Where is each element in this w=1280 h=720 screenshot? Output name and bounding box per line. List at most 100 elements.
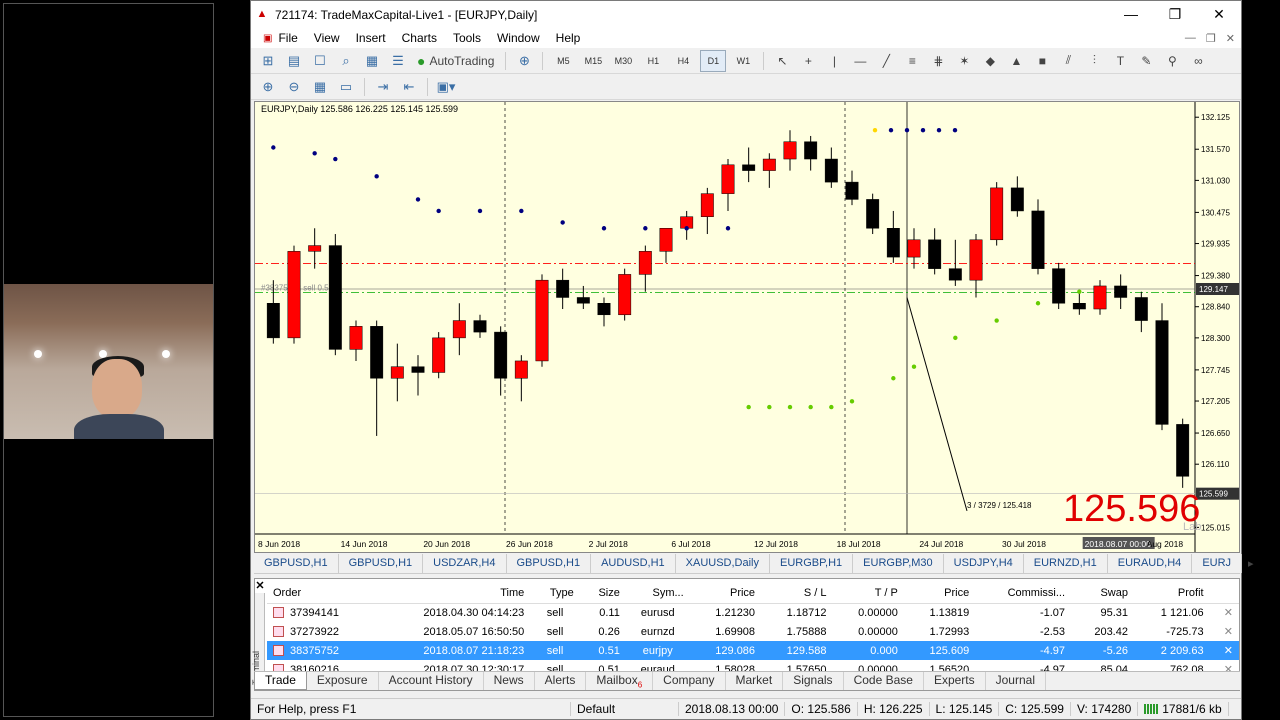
menu-tools[interactable]: Tools	[445, 31, 489, 45]
mdi-minimize-icon[interactable]: —	[1185, 32, 1196, 45]
tf-m5[interactable]: M5	[550, 50, 576, 72]
hline-icon[interactable]: —	[849, 50, 871, 72]
mdi-restore-icon[interactable]: ❐	[1206, 32, 1216, 45]
tab-code-base[interactable]: Code Base	[844, 672, 924, 690]
tab-journal[interactable]: Journal	[986, 672, 1046, 690]
tab-signals[interactable]: Signals	[783, 672, 844, 690]
community-icon[interactable]: ∞	[1187, 50, 1209, 72]
vline-icon[interactable]: |	[823, 50, 845, 72]
pitchfork-icon[interactable]: ⫽	[1057, 50, 1079, 72]
col-sl[interactable]: S / L	[761, 583, 833, 604]
tab-company[interactable]: Company	[653, 672, 726, 690]
chart-tab[interactable]: EURAUD,H4	[1108, 554, 1193, 573]
chart-tab[interactable]: USDJPY,H4	[944, 554, 1024, 573]
tab-mailbox[interactable]: Mailbox6	[586, 672, 654, 690]
tf-d1[interactable]: D1	[700, 49, 727, 72]
rectangle-icon[interactable]: ■	[1031, 50, 1053, 72]
tab-experts[interactable]: Experts	[924, 672, 986, 690]
channel-icon[interactable]: ≡	[901, 50, 923, 72]
autoscroll-icon[interactable]: ⇥	[372, 76, 394, 98]
terminal-close-icon[interactable]: ✕	[255, 579, 265, 592]
chart-tab[interactable]: EURGBP,M30	[853, 554, 944, 573]
tab-trade[interactable]: Trade	[254, 672, 307, 690]
cursor-icon[interactable]: ↖	[771, 50, 793, 72]
triangle-icon[interactable]: ▲	[1005, 50, 1027, 72]
col-time[interactable]: Time	[374, 583, 531, 604]
col-size[interactable]: Size	[579, 583, 626, 604]
new-chart-icon[interactable]: ⊞	[257, 50, 279, 72]
fibo-icon[interactable]: ⋕	[927, 50, 949, 72]
chart-shift-icon[interactable]: ▭	[335, 76, 357, 98]
tab-account-history[interactable]: Account History	[379, 672, 484, 690]
col-order[interactable]: Order	[267, 583, 375, 604]
close-order-icon[interactable]: ✕	[1210, 603, 1239, 622]
close-order-icon[interactable]: ✕	[1209, 641, 1239, 660]
gann-icon[interactable]: ✶	[953, 50, 975, 72]
close-button[interactable]: ✕	[1197, 6, 1241, 23]
tf-w1[interactable]: W1	[730, 50, 756, 72]
profiles-icon[interactable]: ▤	[283, 50, 305, 72]
candlestick-chart[interactable]: 132.125 131.570 131.030 130.475 129.935 129.3…	[255, 102, 1240, 553]
tile-windows-icon[interactable]: ▦	[309, 76, 331, 98]
chart-tab[interactable]: EURGBP,H1	[770, 554, 854, 573]
zoom-in-icon[interactable]: ⊕	[257, 76, 279, 98]
col-current-price[interactable]: Price	[903, 583, 976, 604]
tf-m15[interactable]: M15	[580, 50, 606, 72]
col-commission[interactable]: Commissi...	[975, 583, 1072, 604]
templates-icon[interactable]: ▣▾	[435, 76, 457, 98]
menu-insert[interactable]: Insert	[348, 31, 394, 45]
tab-alerts[interactable]: Alerts	[535, 672, 587, 690]
trendline-icon[interactable]: ╱	[875, 50, 897, 72]
maximize-button[interactable]: ❐	[1153, 6, 1197, 23]
mdi-close-icon[interactable]: ✕	[1226, 32, 1235, 45]
tf-h4[interactable]: H4	[670, 50, 696, 72]
tab-scroll-right-icon[interactable]: ▸	[1242, 554, 1260, 573]
menu-charts[interactable]: Charts	[394, 31, 445, 45]
chart-tab[interactable]: EURJ	[1192, 554, 1243, 573]
col-symbol[interactable]: Sym...	[625, 583, 690, 604]
tab-exposure[interactable]: Exposure	[307, 672, 379, 690]
search-icon[interactable]: ⚲	[1161, 50, 1183, 72]
crosshair-icon[interactable]: ⊕	[513, 50, 535, 72]
menu-help[interactable]: Help	[548, 31, 589, 45]
tf-h1[interactable]: H1	[640, 50, 666, 72]
tf-m30[interactable]: M30	[610, 50, 636, 72]
period-separator-icon[interactable]: ⇤	[398, 76, 420, 98]
tester-icon[interactable]: ☰	[387, 50, 409, 72]
autotrading-button[interactable]: ● AutoTrading	[413, 50, 498, 72]
navigator-icon[interactable]: ⌕	[335, 50, 357, 72]
table-row[interactable]: 37394141 2018.04.30 04:14:23 sell 0.11 eurus…	[267, 603, 1239, 622]
arrows-icon[interactable]: ◆	[979, 50, 1001, 72]
chart-tab[interactable]: AUDUSD,H1	[591, 554, 676, 573]
terminal-icon[interactable]: ▦	[361, 50, 383, 72]
zoom-out-icon[interactable]: ⊖	[283, 76, 305, 98]
market-watch-icon[interactable]: ☐	[309, 50, 331, 72]
close-order-icon[interactable]: ✕	[1210, 622, 1239, 641]
price-chart[interactable]: 132.125 131.570 131.030 130.475 129.935 129.3…	[254, 101, 1240, 553]
minimize-button[interactable]: —	[1109, 6, 1153, 23]
autotrading-icon: ●	[417, 52, 426, 69]
label-icon[interactable]: ✎	[1135, 50, 1157, 72]
col-swap[interactable]: Swap	[1071, 583, 1134, 604]
chart-tab[interactable]: GBPUSD,H1	[254, 554, 339, 573]
tab-news[interactable]: News	[484, 672, 535, 690]
chart-tab[interactable]: USDZAR,H4	[423, 554, 507, 573]
col-price[interactable]: Price	[689, 583, 762, 604]
menu-window[interactable]: Window	[489, 31, 548, 45]
menu-view[interactable]: View	[306, 31, 348, 45]
menu-file[interactable]: ▣ File	[255, 31, 306, 45]
cycle-lines-icon[interactable]: ⫶	[1083, 50, 1105, 72]
chart-tab[interactable]: EURNZD,H1	[1024, 554, 1108, 573]
chart-tab[interactable]: GBPUSD,H1	[339, 554, 424, 573]
col-type[interactable]: Type	[530, 583, 580, 604]
status-profile[interactable]: Default	[571, 702, 679, 716]
chart-tab[interactable]: XAUUSD,Daily	[676, 554, 771, 573]
text-icon[interactable]: T	[1109, 50, 1131, 72]
chart-tab[interactable]: GBPUSD,H1	[507, 554, 592, 573]
col-tp[interactable]: T / P	[832, 583, 904, 604]
table-row[interactable]: 37273922 2018.05.07 16:50:50 sell 0.26 eurnz…	[267, 622, 1239, 641]
cross-tool-icon[interactable]: +	[797, 50, 819, 72]
tab-market[interactable]: Market	[726, 672, 784, 690]
col-profit[interactable]: Profit	[1133, 583, 1210, 604]
table-row[interactable]: 38375752 2018.08.07 21:18:23 sell 0.51 eurjp…	[267, 641, 1239, 660]
